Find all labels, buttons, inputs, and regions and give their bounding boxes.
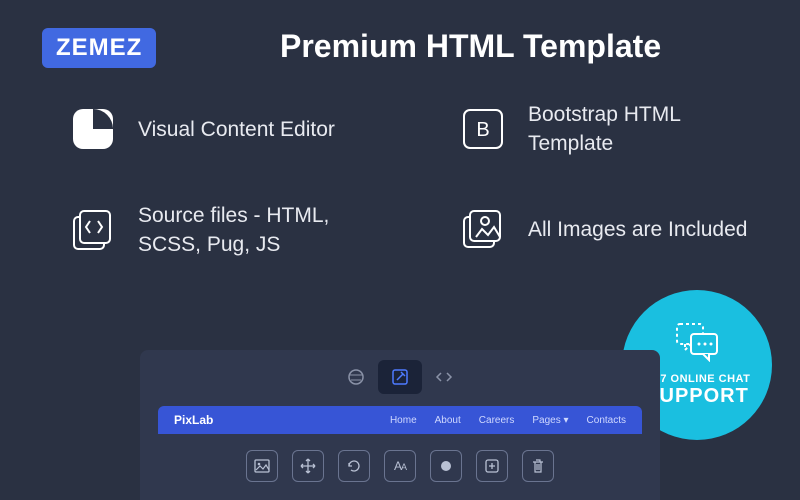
- feature-label: All Images are Included: [528, 215, 747, 244]
- page-title: Premium HTML Template: [280, 28, 661, 65]
- nav-about[interactable]: About: [435, 415, 461, 426]
- tool-move[interactable]: [292, 450, 324, 482]
- bootstrap-icon: B: [460, 106, 506, 152]
- tool-text[interactable]: AA: [384, 450, 416, 482]
- nav-careers[interactable]: Careers: [479, 415, 515, 426]
- feature-grid: Visual Content Editor B Bootstrap HTML T…: [70, 100, 760, 260]
- source-icon: [70, 207, 116, 253]
- mode-edit[interactable]: [378, 360, 422, 394]
- chat-icon: [675, 322, 719, 367]
- editor-toolbar: AA: [140, 434, 660, 500]
- images-icon: [460, 207, 506, 253]
- tool-shape[interactable]: [430, 450, 462, 482]
- svg-text:B: B: [476, 119, 489, 141]
- mode-browse[interactable]: [334, 360, 378, 394]
- preview-navbar: PixLab Home About Careers Pages ▾ Contac…: [158, 406, 642, 434]
- preview-brand: PixLab: [174, 413, 213, 427]
- tool-add[interactable]: [476, 450, 508, 482]
- nav-contacts[interactable]: Contacts: [587, 415, 626, 426]
- nav-pages[interactable]: Pages ▾: [532, 415, 568, 426]
- feature-label: Visual Content Editor: [138, 115, 335, 144]
- nav-home[interactable]: Home: [390, 415, 417, 426]
- tool-rotate[interactable]: [338, 450, 370, 482]
- feature-source-files: Source files - HTML, SCSS, Pug, JS: [70, 201, 370, 260]
- brand-logo: ZEMEZ: [42, 28, 156, 68]
- tool-image[interactable]: [246, 450, 278, 482]
- tool-delete[interactable]: [522, 450, 554, 482]
- support-line2: SUPPORT: [645, 385, 749, 408]
- editor-preview: PixLab Home About Careers Pages ▾ Contac…: [140, 350, 660, 500]
- mode-code[interactable]: [422, 360, 466, 394]
- feature-label: Source files - HTML, SCSS, Pug, JS: [138, 201, 370, 260]
- mode-tabs: [140, 350, 660, 400]
- feature-images: All Images are Included: [460, 201, 760, 260]
- editor-icon: [70, 106, 116, 152]
- feature-label: Bootstrap HTML Template: [528, 100, 760, 159]
- feature-visual-editor: Visual Content Editor: [70, 100, 370, 159]
- feature-bootstrap: B Bootstrap HTML Template: [460, 100, 760, 159]
